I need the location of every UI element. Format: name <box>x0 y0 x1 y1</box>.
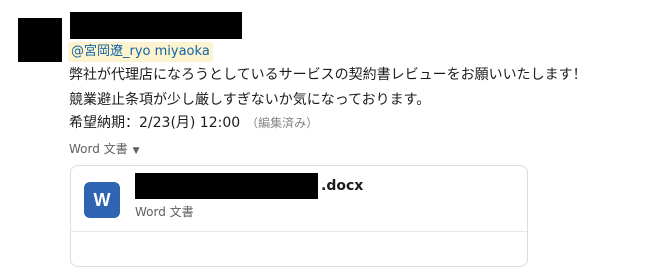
file-type-label: Word 文書 <box>135 205 194 219</box>
avatar[interactable] <box>18 18 62 62</box>
file-name-redacted <box>135 173 318 199</box>
user-mention[interactable]: @宮岡遼_ryo miyaoka <box>68 42 213 62</box>
card-divider <box>71 231 527 232</box>
attachment-toggle-label: Word 文書 <box>69 142 128 156</box>
message-line-1: 弊社が代理店になろうとしているサービスの契約書レビューをお願いいたします！ <box>69 67 587 83</box>
sender-name-redacted[interactable] <box>70 12 242 39</box>
caret-down-icon: ▼ <box>132 146 140 156</box>
file-extension: .docx <box>321 178 364 194</box>
message-line-2: 競業避止条項が少し厳しすぎないか気になっております。 <box>69 92 431 108</box>
attachment-collapse-toggle[interactable]: Word 文書 ▼ <box>69 140 140 160</box>
word-file-icon: W <box>84 182 120 218</box>
message-line-3: 希望納期：2/23(月) 12:00 （編集済み） <box>69 113 318 133</box>
due-date-text: 希望納期：2/23(月) 12:00 <box>69 115 241 131</box>
file-attachment-card[interactable]: W .docx Word 文書 <box>70 165 528 267</box>
edited-label: （編集済み） <box>246 116 319 130</box>
